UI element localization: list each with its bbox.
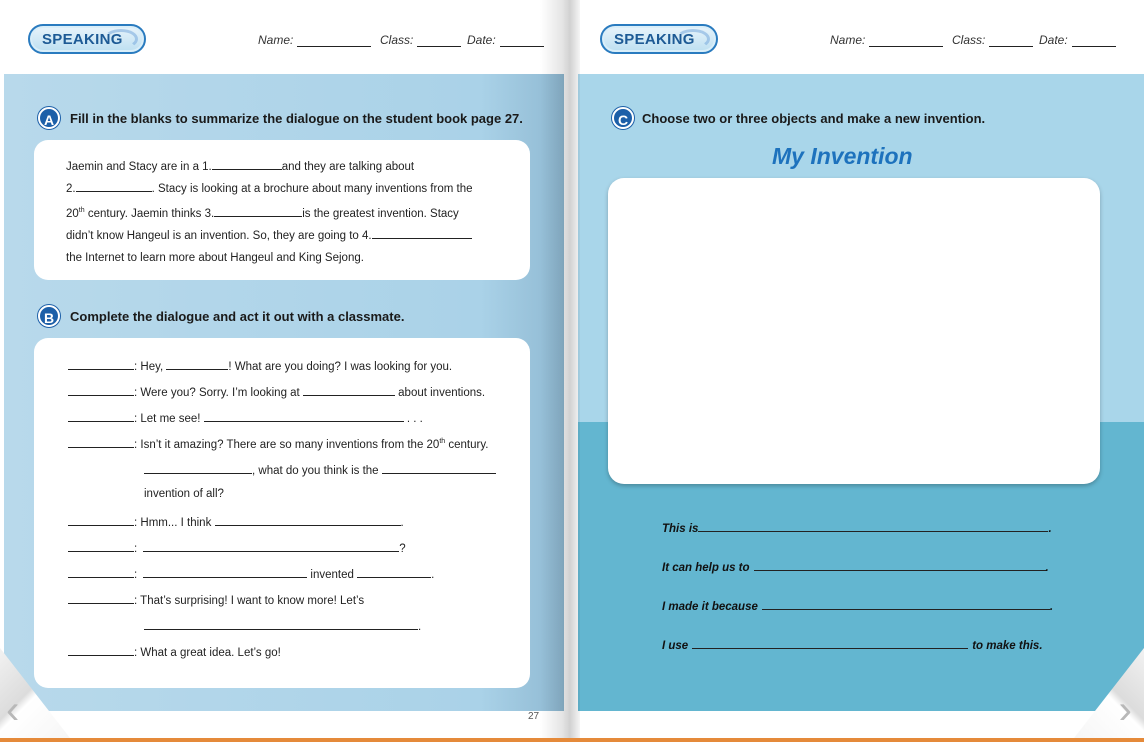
sentence-help-us: It can help us to. <box>662 559 1049 574</box>
speaker-blank[interactable] <box>68 592 134 604</box>
answer-blank[interactable] <box>753 559 1046 571</box>
section-b-card: : Hey, ! What are you doing? I was looki… <box>34 338 530 688</box>
invention-drawing-area[interactable] <box>608 178 1100 484</box>
dialogue-line-6: invention of all? <box>144 488 224 500</box>
answer-blank[interactable] <box>302 384 395 396</box>
name-field[interactable]: Name: <box>258 33 372 47</box>
summary-line-4: didn’t know Hangeul is an invention. So,… <box>66 225 516 247</box>
dialogue-line-3: : Let me see! . . . <box>68 410 423 425</box>
dialogue-line-7: : Hmm... I think . <box>68 514 404 529</box>
answer-blank[interactable] <box>692 637 969 649</box>
summary-line-2: 2.. Stacy is looking at a brochure about… <box>66 178 516 200</box>
speaker-blank[interactable] <box>68 514 134 526</box>
section-c-title: Choose two or three objects and make a n… <box>642 111 986 126</box>
dialogue-line-11: . <box>144 618 421 633</box>
answer-blank[interactable] <box>381 462 496 474</box>
answer-blank[interactable] <box>144 618 418 630</box>
date-field[interactable]: Date: <box>1039 33 1116 47</box>
invention-heading: My Invention <box>772 143 913 169</box>
speaker-blank[interactable] <box>68 644 134 656</box>
answer-blank[interactable] <box>761 598 1050 610</box>
section-c-icon: C <box>612 107 634 129</box>
blank-2[interactable] <box>75 180 152 192</box>
section-a-icon: A <box>38 107 60 129</box>
answer-blank[interactable] <box>357 566 432 578</box>
summary-line-3: 20th century. Jaemin thinks 3. is the gre… <box>66 200 516 225</box>
speaker-blank[interactable] <box>68 384 134 396</box>
answer-blank[interactable] <box>698 520 1049 532</box>
section-a-title: Fill in the blanks to summarize the dial… <box>70 111 523 126</box>
answer-blank[interactable] <box>143 540 400 552</box>
section-a-card: Jaemin and Stacy are in a 1. and they are… <box>34 140 530 280</box>
summary-line-5: the Internet to learn more about Hangeul… <box>66 251 364 264</box>
page-number: 27 <box>528 711 540 722</box>
dialogue-line-10: : That’s surprising! I want to know more… <box>68 592 364 607</box>
dialogue-line-8: :? <box>68 540 406 555</box>
speaking-badge: SPEAKING <box>28 24 146 54</box>
blank-3[interactable] <box>214 205 303 217</box>
answer-blank[interactable] <box>144 462 252 474</box>
swoosh-decoration-icon <box>104 29 138 49</box>
answer-blank[interactable] <box>214 514 401 526</box>
right-page: SPEAKING Name: Class: Date: C Choose two… <box>572 0 1144 742</box>
right-header: SPEAKING Name: Class: Date: <box>572 0 1144 74</box>
dialogue-line-2: : Were you? Sorry. I’m looking at about … <box>68 384 485 399</box>
dialogue-line-9: : invented . <box>68 566 434 581</box>
left-page: SPEAKING Name: Class: Date: A Fill in th… <box>0 0 566 742</box>
name-field[interactable]: Name: <box>830 33 944 47</box>
summary-line-1: Jaemin and Stacy are in a 1. and they are… <box>66 156 516 178</box>
speaking-badge: SPEAKING <box>600 24 718 54</box>
answer-blank[interactable] <box>203 410 404 422</box>
dialogue-line-4: : Isn’t it amazing? There are so many in… <box>68 436 488 451</box>
blank-1[interactable] <box>211 158 282 170</box>
class-field[interactable]: Class: <box>380 33 462 47</box>
bottom-strip <box>0 738 1144 742</box>
speaker-blank[interactable] <box>68 436 134 448</box>
date-field[interactable]: Date: <box>467 33 544 47</box>
dialogue-line-1: : Hey, ! What are you doing? I was looki… <box>68 358 452 373</box>
swoosh-decoration-icon <box>676 29 710 49</box>
speaker-blank[interactable] <box>68 566 134 578</box>
sentence-this-is: This is. <box>662 520 1052 535</box>
class-field[interactable]: Class: <box>952 33 1034 47</box>
next-page-arrow-icon[interactable]: › <box>1119 690 1132 730</box>
dialogue-line-5: , what do you think is the <box>144 462 496 477</box>
dialogue-line-12: : What a great idea. Let’s go! <box>68 644 281 659</box>
section-b-icon: B <box>38 305 60 327</box>
blank-4[interactable] <box>371 227 472 239</box>
speaker-blank[interactable] <box>68 410 134 422</box>
left-header: SPEAKING Name: Class: Date: <box>0 0 566 74</box>
name-blank[interactable] <box>166 358 229 370</box>
section-b-title: Complete the dialogue and act it out wit… <box>70 309 405 324</box>
sentence-i-use: I use to make this. <box>662 637 1043 652</box>
speaker-blank[interactable] <box>68 540 134 552</box>
sentence-made-because: I made it because. <box>662 598 1053 613</box>
speaker-blank[interactable] <box>68 358 134 370</box>
answer-blank[interactable] <box>143 566 308 578</box>
prev-page-arrow-icon[interactable]: ‹ <box>6 690 19 730</box>
